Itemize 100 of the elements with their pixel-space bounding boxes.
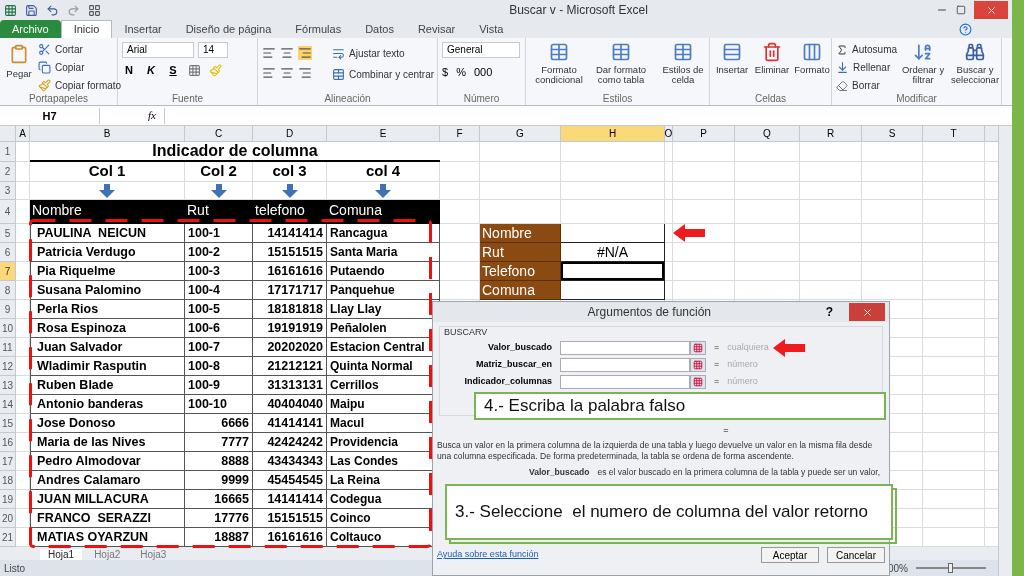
grid-cell[interactable]: [673, 182, 735, 200]
borders-icon[interactable]: [188, 63, 201, 77]
grid-cell[interactable]: [800, 182, 862, 200]
grid-cell[interactable]: [16, 414, 30, 433]
column-header[interactable]: H: [561, 126, 665, 141]
sheet-tab[interactable]: Hoja3: [132, 549, 175, 560]
grid-cell[interactable]: [16, 490, 30, 509]
grid-cell[interactable]: [923, 162, 985, 182]
grid-cell[interactable]: [16, 338, 30, 357]
font-family-field[interactable]: Arial: [122, 42, 194, 58]
row-header[interactable]: 18: [0, 471, 16, 490]
argument-field[interactable]: [560, 340, 690, 355]
grid-cell[interactable]: [923, 300, 985, 319]
grid-cell[interactable]: [673, 281, 735, 300]
grid-cell[interactable]: [800, 224, 862, 243]
sheet-tab[interactable]: Hoja2: [86, 549, 129, 560]
save-icon[interactable]: [25, 3, 38, 17]
grid-cell[interactable]: [800, 281, 862, 300]
align-right-icon[interactable]: [298, 66, 312, 80]
row-header[interactable]: 9: [0, 300, 16, 319]
grid-cell[interactable]: [800, 142, 862, 162]
grid-cell[interactable]: [862, 142, 923, 162]
grid-cell[interactable]: [923, 281, 985, 300]
column-header[interactable]: A: [16, 126, 30, 141]
cells-button[interactable]: Formato: [794, 42, 830, 92]
clear-button[interactable]: Borrar: [836, 78, 898, 93]
grid-cell[interactable]: [16, 262, 30, 281]
help-link[interactable]: Ayuda sobre esta función: [437, 548, 753, 562]
ribbon-tab[interactable]: Vista: [467, 20, 516, 38]
lookup-value-cell[interactable]: [561, 262, 665, 281]
sheet-tab[interactable]: Hoja1: [40, 549, 83, 560]
customize-icon[interactable]: [88, 3, 101, 17]
row-header[interactable]: 2: [0, 162, 16, 182]
align-middle-icon[interactable]: [280, 46, 294, 60]
dialog-button[interactable]: Aceptar: [761, 547, 819, 563]
grid-cell[interactable]: [735, 224, 800, 243]
column-header[interactable]: E: [327, 126, 440, 141]
grid-cell[interactable]: [800, 262, 862, 281]
fill-color-icon[interactable]: [209, 63, 222, 77]
font-size-field[interactable]: 14: [198, 42, 228, 58]
column-header[interactable]: T: [923, 126, 985, 141]
grid-cell[interactable]: [923, 376, 985, 395]
grid-cell[interactable]: [800, 243, 862, 262]
range-picker-button[interactable]: [690, 374, 706, 389]
grid-cell[interactable]: [862, 224, 923, 243]
help-button[interactable]: ?: [825, 303, 833, 321]
grid-cell[interactable]: [673, 262, 735, 281]
grid-cell[interactable]: [480, 182, 561, 200]
grid-cell[interactable]: [862, 281, 923, 300]
wrap-text-button[interactable]: Ajustar texto: [332, 46, 435, 61]
grid-cell[interactable]: [561, 142, 665, 162]
column-header[interactable]: O: [665, 126, 673, 141]
grid-cell[interactable]: [665, 200, 673, 224]
grid-cell[interactable]: [923, 182, 985, 200]
column-header[interactable]: S: [862, 126, 923, 141]
grid-cell[interactable]: [561, 182, 665, 200]
row-header[interactable]: 1: [0, 142, 16, 162]
sort-filter-button[interactable]: Ordenar y filtrar: [901, 42, 946, 92]
row-header[interactable]: 11: [0, 338, 16, 357]
thousands-button[interactable]: 000: [473, 64, 493, 81]
currency-button[interactable]: $: [442, 64, 449, 81]
italic-button[interactable]: K: [144, 62, 158, 79]
row-header[interactable]: 12: [0, 357, 16, 376]
grid-cell[interactable]: [923, 357, 985, 376]
styles-button[interactable]: Estilos de celda: [654, 42, 712, 92]
grid-cell[interactable]: [923, 319, 985, 338]
grid-cell[interactable]: [16, 162, 30, 182]
row-header[interactable]: 10: [0, 319, 16, 338]
close-button[interactable]: [974, 1, 1008, 19]
autosum-button[interactable]: Autosuma: [836, 42, 898, 57]
styles-button[interactable]: Dar formato como tabla: [592, 42, 650, 92]
row-header[interactable]: 15: [0, 414, 16, 433]
grid-cell[interactable]: [480, 162, 561, 182]
grid-cell[interactable]: [923, 433, 985, 452]
grid-cell[interactable]: [862, 200, 923, 224]
row-header[interactable]: 21: [0, 528, 16, 547]
number-format-field[interactable]: General: [442, 42, 520, 58]
grid-cell[interactable]: [440, 162, 480, 182]
grid-cell[interactable]: [735, 281, 800, 300]
grid-cell[interactable]: [480, 142, 561, 162]
row-header[interactable]: 4: [0, 200, 16, 224]
grid-cell[interactable]: [561, 162, 665, 182]
row-header[interactable]: 16: [0, 433, 16, 452]
grid-cell[interactable]: [665, 162, 673, 182]
row-header[interactable]: 17: [0, 452, 16, 471]
name-box[interactable]: H7: [0, 107, 100, 124]
grid-cell[interactable]: [735, 162, 800, 182]
lookup-value-cell[interactable]: #N/A: [561, 243, 665, 262]
copy-button[interactable]: Copiar: [38, 60, 122, 75]
styles-button[interactable]: Formato condicional: [530, 42, 588, 92]
align-top-icon[interactable]: [262, 46, 276, 60]
row-header[interactable]: 13: [0, 376, 16, 395]
ribbon-tab[interactable]: Insertar: [112, 20, 174, 38]
grid-cell[interactable]: [440, 200, 480, 224]
row-header[interactable]: 14: [0, 395, 16, 414]
cells-button[interactable]: Eliminar: [754, 42, 790, 92]
row-header[interactable]: 19: [0, 490, 16, 509]
row-header[interactable]: 5: [0, 224, 16, 243]
ribbon-tab[interactable]: Diseño de página: [173, 20, 284, 38]
grid-cell[interactable]: [862, 182, 923, 200]
